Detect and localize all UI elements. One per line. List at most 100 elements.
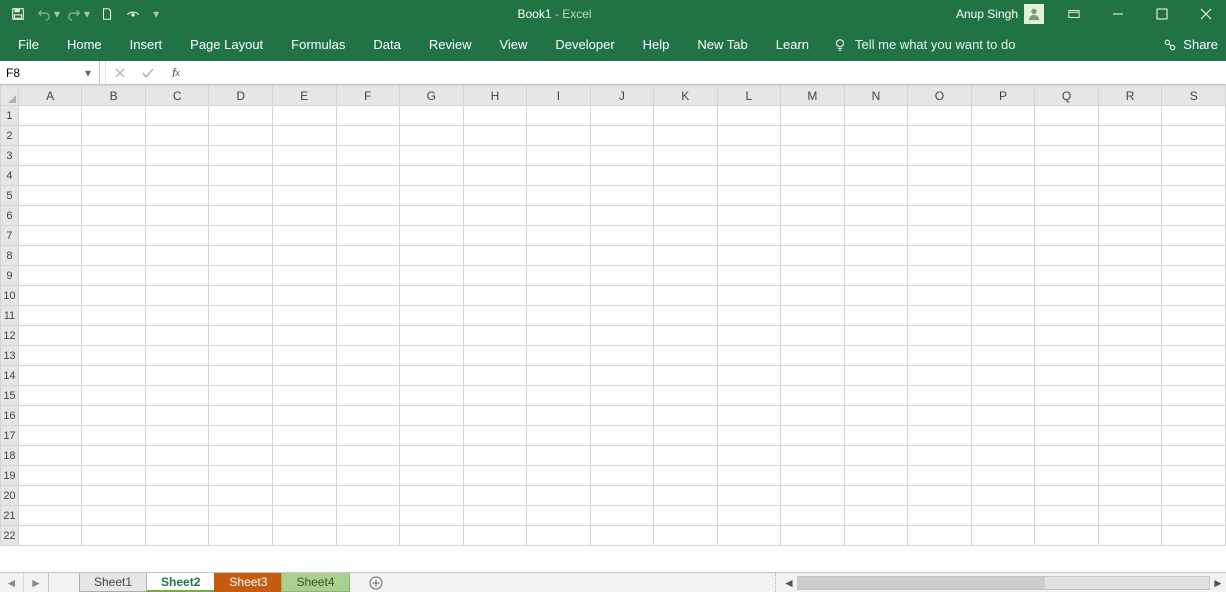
cell[interactable] [908,406,972,426]
cell[interactable] [1035,326,1099,346]
cell[interactable] [717,466,780,486]
cell[interactable] [844,266,908,286]
cell[interactable] [781,446,845,466]
cell[interactable] [18,406,82,426]
cell[interactable] [781,166,845,186]
cell[interactable] [82,346,146,366]
cell[interactable] [145,526,209,546]
cell[interactable] [18,226,82,246]
cell[interactable] [18,506,82,526]
tab-new-tab[interactable]: New Tab [683,28,761,61]
cell[interactable] [82,526,146,546]
cell[interactable] [400,486,464,506]
undo-dropdown-icon[interactable]: ▾ [54,7,60,21]
cell[interactable] [273,326,337,346]
cell[interactable] [717,146,780,166]
cell[interactable] [145,106,209,126]
cell[interactable] [1162,166,1226,186]
cell[interactable] [1098,126,1162,146]
cell[interactable] [82,146,146,166]
cell[interactable] [844,126,908,146]
cell[interactable] [145,166,209,186]
cell[interactable] [717,366,780,386]
cell[interactable] [463,186,527,206]
cell[interactable] [908,526,972,546]
scroll-right-icon[interactable]: ► [1210,575,1226,591]
cell[interactable] [273,446,337,466]
cell[interactable] [336,206,400,226]
cell[interactable] [908,386,972,406]
cell[interactable] [1035,286,1099,306]
cell[interactable] [82,386,146,406]
ribbon-display-icon[interactable] [1054,0,1094,28]
cell[interactable] [1098,506,1162,526]
cell[interactable] [336,386,400,406]
cell[interactable] [527,446,590,466]
cell[interactable] [1098,166,1162,186]
cell[interactable] [82,406,146,426]
cell[interactable] [527,406,590,426]
row-header[interactable]: 1 [1,106,19,126]
cell[interactable] [654,406,718,426]
cell[interactable] [463,386,527,406]
cell[interactable] [781,106,845,126]
cell[interactable] [209,226,273,246]
row-header[interactable]: 12 [1,326,19,346]
cell[interactable] [844,386,908,406]
cell[interactable] [590,266,653,286]
column-header[interactable]: A [18,86,82,106]
column-header[interactable]: N [844,86,908,106]
cell[interactable] [18,166,82,186]
cell[interactable] [1162,386,1226,406]
cell[interactable] [717,386,780,406]
cell[interactable] [18,426,82,446]
cell[interactable] [1162,146,1226,166]
cell[interactable] [781,226,845,246]
qat-customize-icon[interactable]: ▾ [153,7,159,21]
cell[interactable] [82,446,146,466]
cell[interactable] [82,106,146,126]
cell[interactable] [844,486,908,506]
cell[interactable] [336,346,400,366]
cell[interactable] [336,146,400,166]
cell[interactable] [273,146,337,166]
cell[interactable] [971,266,1035,286]
cell[interactable] [18,306,82,326]
cell[interactable] [527,246,590,266]
row-header[interactable]: 7 [1,226,19,246]
cell[interactable] [1162,366,1226,386]
cell[interactable] [463,526,527,546]
cell[interactable] [336,406,400,426]
cell[interactable] [1162,306,1226,326]
cell[interactable] [971,466,1035,486]
cell[interactable] [908,426,972,446]
cell[interactable] [145,486,209,506]
cell[interactable] [336,366,400,386]
column-header[interactable]: P [971,86,1035,106]
cell[interactable] [209,406,273,426]
cell[interactable] [1098,346,1162,366]
cell[interactable] [273,186,337,206]
cell[interactable] [1035,406,1099,426]
cell[interactable] [463,446,527,466]
row-header[interactable]: 16 [1,406,19,426]
cell[interactable] [908,206,972,226]
cell[interactable] [1035,366,1099,386]
cell[interactable] [527,146,590,166]
cell[interactable] [590,226,653,246]
cell[interactable] [654,386,718,406]
cell[interactable] [1035,126,1099,146]
cell[interactable] [590,346,653,366]
cell[interactable] [18,526,82,546]
cell[interactable] [908,266,972,286]
cell[interactable] [717,166,780,186]
cell[interactable] [82,186,146,206]
cell[interactable] [844,206,908,226]
cell[interactable] [145,126,209,146]
cell[interactable] [145,406,209,426]
cell[interactable] [908,186,972,206]
cell[interactable] [717,326,780,346]
cell[interactable] [844,466,908,486]
cell[interactable] [908,466,972,486]
cell[interactable] [82,426,146,446]
